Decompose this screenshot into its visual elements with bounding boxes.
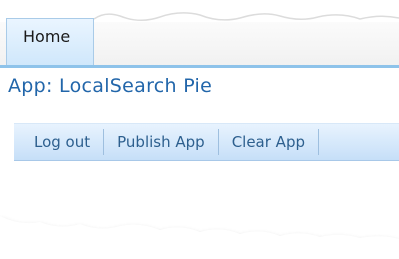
clear-app-button[interactable]: Clear App: [219, 129, 318, 155]
publish-app-button[interactable]: Publish App: [104, 129, 218, 155]
logout-button[interactable]: Log out: [14, 129, 103, 155]
torn-bottom-edge: [0, 216, 399, 259]
screenshot-frame: Home App: LocalSearch Pie Log out Publis…: [0, 0, 399, 259]
tab-home[interactable]: Home: [6, 18, 94, 66]
tab-underline: [0, 65, 399, 68]
page-title: App: LocalSearch Pie: [8, 75, 213, 97]
tab-home-label: Home: [23, 27, 71, 46]
app-toolbar: Log out Publish App Clear App: [14, 123, 399, 161]
toolbar-separator: [318, 129, 319, 155]
